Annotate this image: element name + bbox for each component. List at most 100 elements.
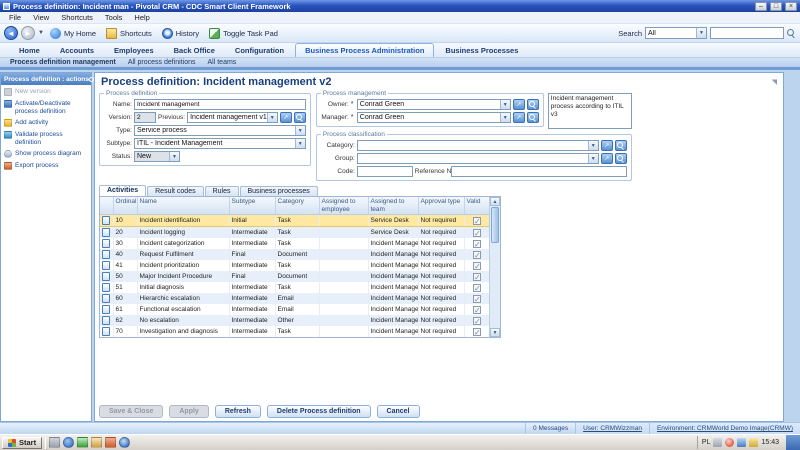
search-input[interactable]: [710, 27, 784, 39]
tray-icon[interactable]: [737, 438, 746, 447]
table-row[interactable]: 50 Major Incident Procedure Final Docume…: [100, 271, 490, 282]
scroll-up-icon[interactable]: ▲: [490, 197, 500, 206]
detail-tab[interactable]: Activities: [99, 185, 146, 196]
quick-launch-icon[interactable]: [105, 437, 116, 448]
table-row[interactable]: 60 Hierarchic escalation Intermediate Em…: [100, 293, 490, 304]
subtype-select[interactable]: ITIL - Incident Management ▼: [134, 138, 306, 149]
scrollbar-thumb[interactable]: [491, 207, 499, 243]
sub-tab[interactable]: Process definition management: [6, 59, 120, 66]
toolbar-button[interactable]: History: [159, 27, 202, 40]
open-record-icon[interactable]: ↗: [280, 112, 292, 123]
description-field[interactable]: Incident management process according to…: [548, 93, 632, 129]
table-row[interactable]: 70 Investigation and diagnosis Intermedi…: [100, 326, 490, 337]
tray-icon[interactable]: [749, 438, 758, 447]
action-button[interactable]: Cancel: [377, 405, 420, 418]
open-record-icon[interactable]: ↗: [513, 99, 525, 110]
quick-launch-icon[interactable]: [91, 437, 102, 448]
quick-launch-icon[interactable]: [49, 437, 60, 448]
sidebar-action-item[interactable]: Activate/Deactivate process definition: [4, 100, 89, 115]
table-row[interactable]: 10 Incident identification Initial Task …: [100, 215, 490, 227]
environment-status[interactable]: Environment: CRMWorld Demo Image(CRMW): [649, 423, 800, 434]
grid-header[interactable]: Valid: [464, 197, 490, 215]
sidebar-action-item[interactable]: Export process: [4, 162, 89, 170]
sidebar-action-item[interactable]: Validate process definition: [4, 131, 89, 146]
toolbar-button[interactable]: Toggle Task Pad: [206, 27, 281, 40]
main-tab[interactable]: Employees: [105, 44, 163, 57]
messages-status[interactable]: 0 Messages: [525, 423, 575, 434]
sidebar-action-item[interactable]: New version: [4, 88, 89, 96]
type-select[interactable]: Service process ▼: [134, 125, 306, 136]
main-tab[interactable]: Configuration: [226, 44, 293, 57]
sidebar-action-item[interactable]: Show process diagram: [4, 150, 89, 158]
name-field[interactable]: Incident management: [134, 99, 306, 110]
main-tab[interactable]: Home: [10, 44, 49, 57]
tray-icon[interactable]: [725, 438, 734, 447]
status-select[interactable]: New ▼: [134, 151, 180, 162]
sub-tab[interactable]: All process definitions: [124, 59, 200, 66]
back-icon[interactable]: ◄: [4, 26, 18, 40]
lookup-icon[interactable]: [615, 153, 627, 164]
category-select[interactable]: ▼: [357, 140, 599, 151]
collapse-panel-icon[interactable]: ◥: [772, 78, 777, 86]
grid-header[interactable]: Category: [275, 197, 319, 215]
code-field[interactable]: [357, 166, 413, 177]
user-status[interactable]: User: CRMWizzman: [575, 423, 649, 434]
grid-header[interactable]: Subtype: [229, 197, 275, 215]
grid-header[interactable]: Assigned to employee: [319, 197, 368, 215]
action-button[interactable]: Apply: [169, 405, 208, 418]
table-row[interactable]: 62 No escalation Intermediate Other Inci…: [100, 315, 490, 326]
quick-launch-icon[interactable]: [63, 437, 74, 448]
language-indicator[interactable]: PL: [702, 439, 711, 446]
forward-icon[interactable]: ►: [21, 26, 35, 40]
reference-number-field[interactable]: [451, 166, 627, 177]
lookup-icon[interactable]: [294, 112, 306, 123]
action-button[interactable]: Delete Process definition: [267, 405, 371, 418]
detail-tab[interactable]: Result codes: [147, 186, 203, 196]
table-row[interactable]: 30 Incident categorization Intermediate …: [100, 238, 490, 249]
nav-history-dropdown-icon[interactable]: ▼: [38, 30, 44, 36]
lookup-icon[interactable]: [527, 99, 539, 110]
owner-select[interactable]: Conrad Green ▼: [357, 99, 511, 110]
open-record-icon[interactable]: ↗: [601, 153, 613, 164]
quick-launch-icon[interactable]: [119, 437, 130, 448]
sidebar-action-item[interactable]: Add activity: [4, 119, 89, 127]
grid-header[interactable]: Approval type: [418, 197, 464, 215]
action-button[interactable]: Refresh: [215, 405, 261, 418]
grid-header[interactable]: Name: [137, 197, 229, 215]
open-record-icon[interactable]: ↗: [513, 112, 525, 123]
table-row[interactable]: 40 Request Fulfilment Final Document Inc…: [100, 249, 490, 260]
quick-launch-icon[interactable]: [77, 437, 88, 448]
grid-header[interactable]: Ordinal: [113, 197, 137, 215]
table-row[interactable]: 41 Incident prioritization Intermediate …: [100, 260, 490, 271]
action-button[interactable]: Save & Close: [99, 405, 163, 418]
main-tab[interactable]: Back Office: [165, 44, 224, 57]
main-tab[interactable]: Accounts: [51, 44, 103, 57]
close-icon[interactable]: ×: [785, 2, 797, 11]
table-row[interactable]: 51 Initial diagnosis Intermediate Task I…: [100, 282, 490, 293]
start-button[interactable]: Start: [2, 437, 42, 449]
show-desktop-icon[interactable]: [786, 435, 800, 450]
manager-select[interactable]: Conrad Green ▼: [357, 112, 511, 123]
menu-item[interactable]: Tools: [99, 13, 129, 22]
main-tab[interactable]: Business Processes: [436, 44, 527, 57]
open-record-icon[interactable]: ↗: [601, 140, 613, 151]
tray-icon[interactable]: [713, 438, 722, 447]
lookup-icon[interactable]: [527, 112, 539, 123]
toolbar-button[interactable]: Shortcuts: [103, 27, 155, 40]
search-scope-select[interactable]: All ▼: [645, 27, 707, 39]
grid-scrollbar[interactable]: ▲ ▼: [489, 197, 500, 337]
previous-version-select[interactable]: Incident management v1 ▼: [187, 112, 278, 123]
grid-header[interactable]: Assigned to team: [368, 197, 418, 215]
scroll-down-icon[interactable]: ▼: [490, 328, 500, 337]
main-tab[interactable]: Business Process Administration: [295, 43, 434, 57]
minimize-icon[interactable]: –: [755, 2, 767, 11]
menu-item[interactable]: Help: [128, 13, 155, 22]
group-select[interactable]: ▼: [357, 153, 599, 164]
lookup-icon[interactable]: [615, 140, 627, 151]
detail-tab[interactable]: Business processes: [240, 186, 318, 196]
menu-item[interactable]: File: [3, 13, 27, 22]
table-row[interactable]: 61 Functional escalation Intermediate Em…: [100, 304, 490, 315]
search-icon[interactable]: [787, 29, 796, 38]
menu-item[interactable]: View: [27, 13, 55, 22]
maximize-icon[interactable]: □: [770, 2, 782, 11]
